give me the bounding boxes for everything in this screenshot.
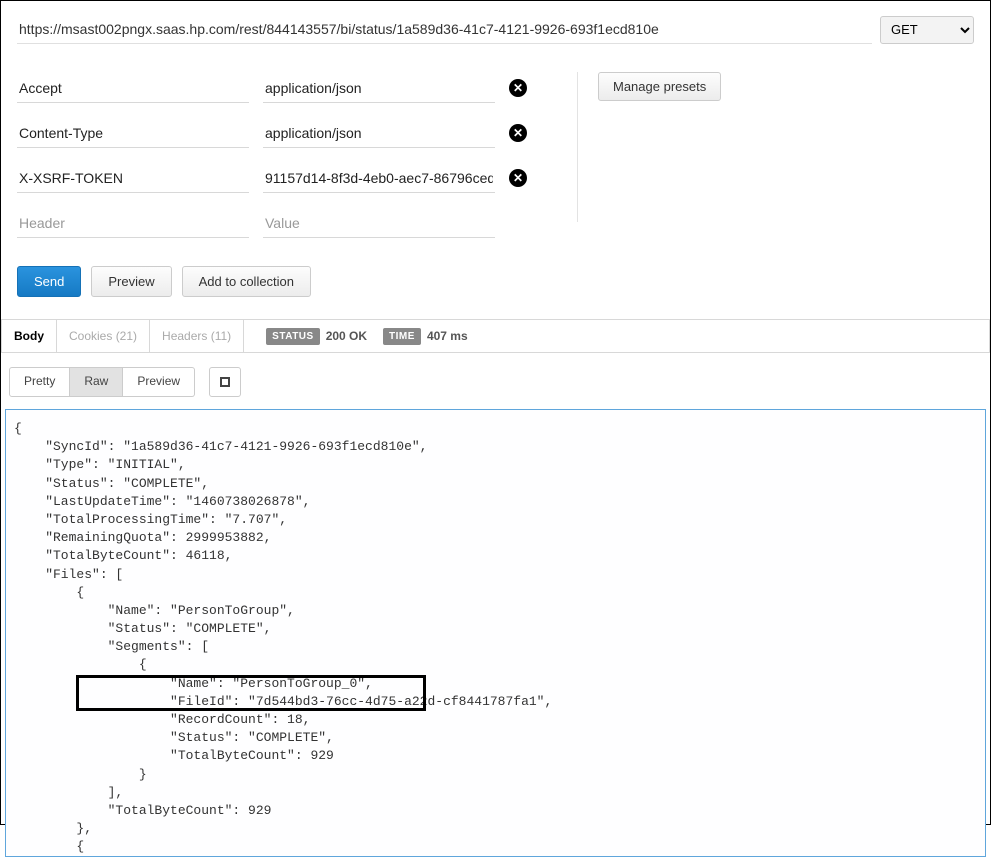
header-name-input[interactable] xyxy=(17,72,249,103)
url-input[interactable] xyxy=(17,15,872,44)
view-pretty-button[interactable]: Pretty xyxy=(9,367,70,397)
response-body[interactable]: { "SyncId": "1a589d36-41c7-4121-9926-693… xyxy=(5,409,986,857)
fullscreen-icon[interactable] xyxy=(209,367,241,397)
view-preview-button[interactable]: Preview xyxy=(123,367,195,397)
status-label: STATUS xyxy=(266,328,320,345)
delete-icon[interactable]: ✕ xyxy=(509,124,527,142)
tab-body[interactable]: Body xyxy=(2,320,57,352)
header-value-input[interactable] xyxy=(263,72,495,103)
header-value-input[interactable] xyxy=(263,117,495,148)
manage-presets-button[interactable]: Manage presets xyxy=(598,72,721,101)
tab-cookies[interactable]: Cookies (21) xyxy=(57,320,150,352)
header-name-input[interactable] xyxy=(17,162,249,193)
preview-button[interactable]: Preview xyxy=(91,266,171,297)
time-value: 407 ms xyxy=(427,329,468,343)
status-value: 200 OK xyxy=(326,329,367,343)
header-row: ✕ xyxy=(17,72,557,103)
header-name-input[interactable] xyxy=(17,117,249,148)
send-button[interactable]: Send xyxy=(17,266,81,297)
header-value-input[interactable] xyxy=(263,207,495,238)
divider xyxy=(577,72,578,222)
time-label: TIME xyxy=(383,328,421,345)
delete-icon[interactable]: ✕ xyxy=(509,169,527,187)
header-row: ✕ xyxy=(17,117,557,148)
response-tabbar: Body Cookies (21) Headers (11) STATUS 20… xyxy=(1,319,990,353)
header-row: ✕ xyxy=(17,162,557,193)
tab-headers[interactable]: Headers (11) xyxy=(150,320,244,352)
highlight-annotation xyxy=(76,675,426,711)
method-select[interactable]: GET xyxy=(880,16,974,44)
header-value-input[interactable] xyxy=(263,162,495,193)
headers-section: ✕ ✕ ✕ xyxy=(17,72,557,252)
view-raw-button[interactable]: Raw xyxy=(70,367,123,397)
delete-icon[interactable]: ✕ xyxy=(509,79,527,97)
header-name-input[interactable] xyxy=(17,207,249,238)
header-row-blank xyxy=(17,207,557,238)
add-collection-button[interactable]: Add to collection xyxy=(182,266,311,297)
